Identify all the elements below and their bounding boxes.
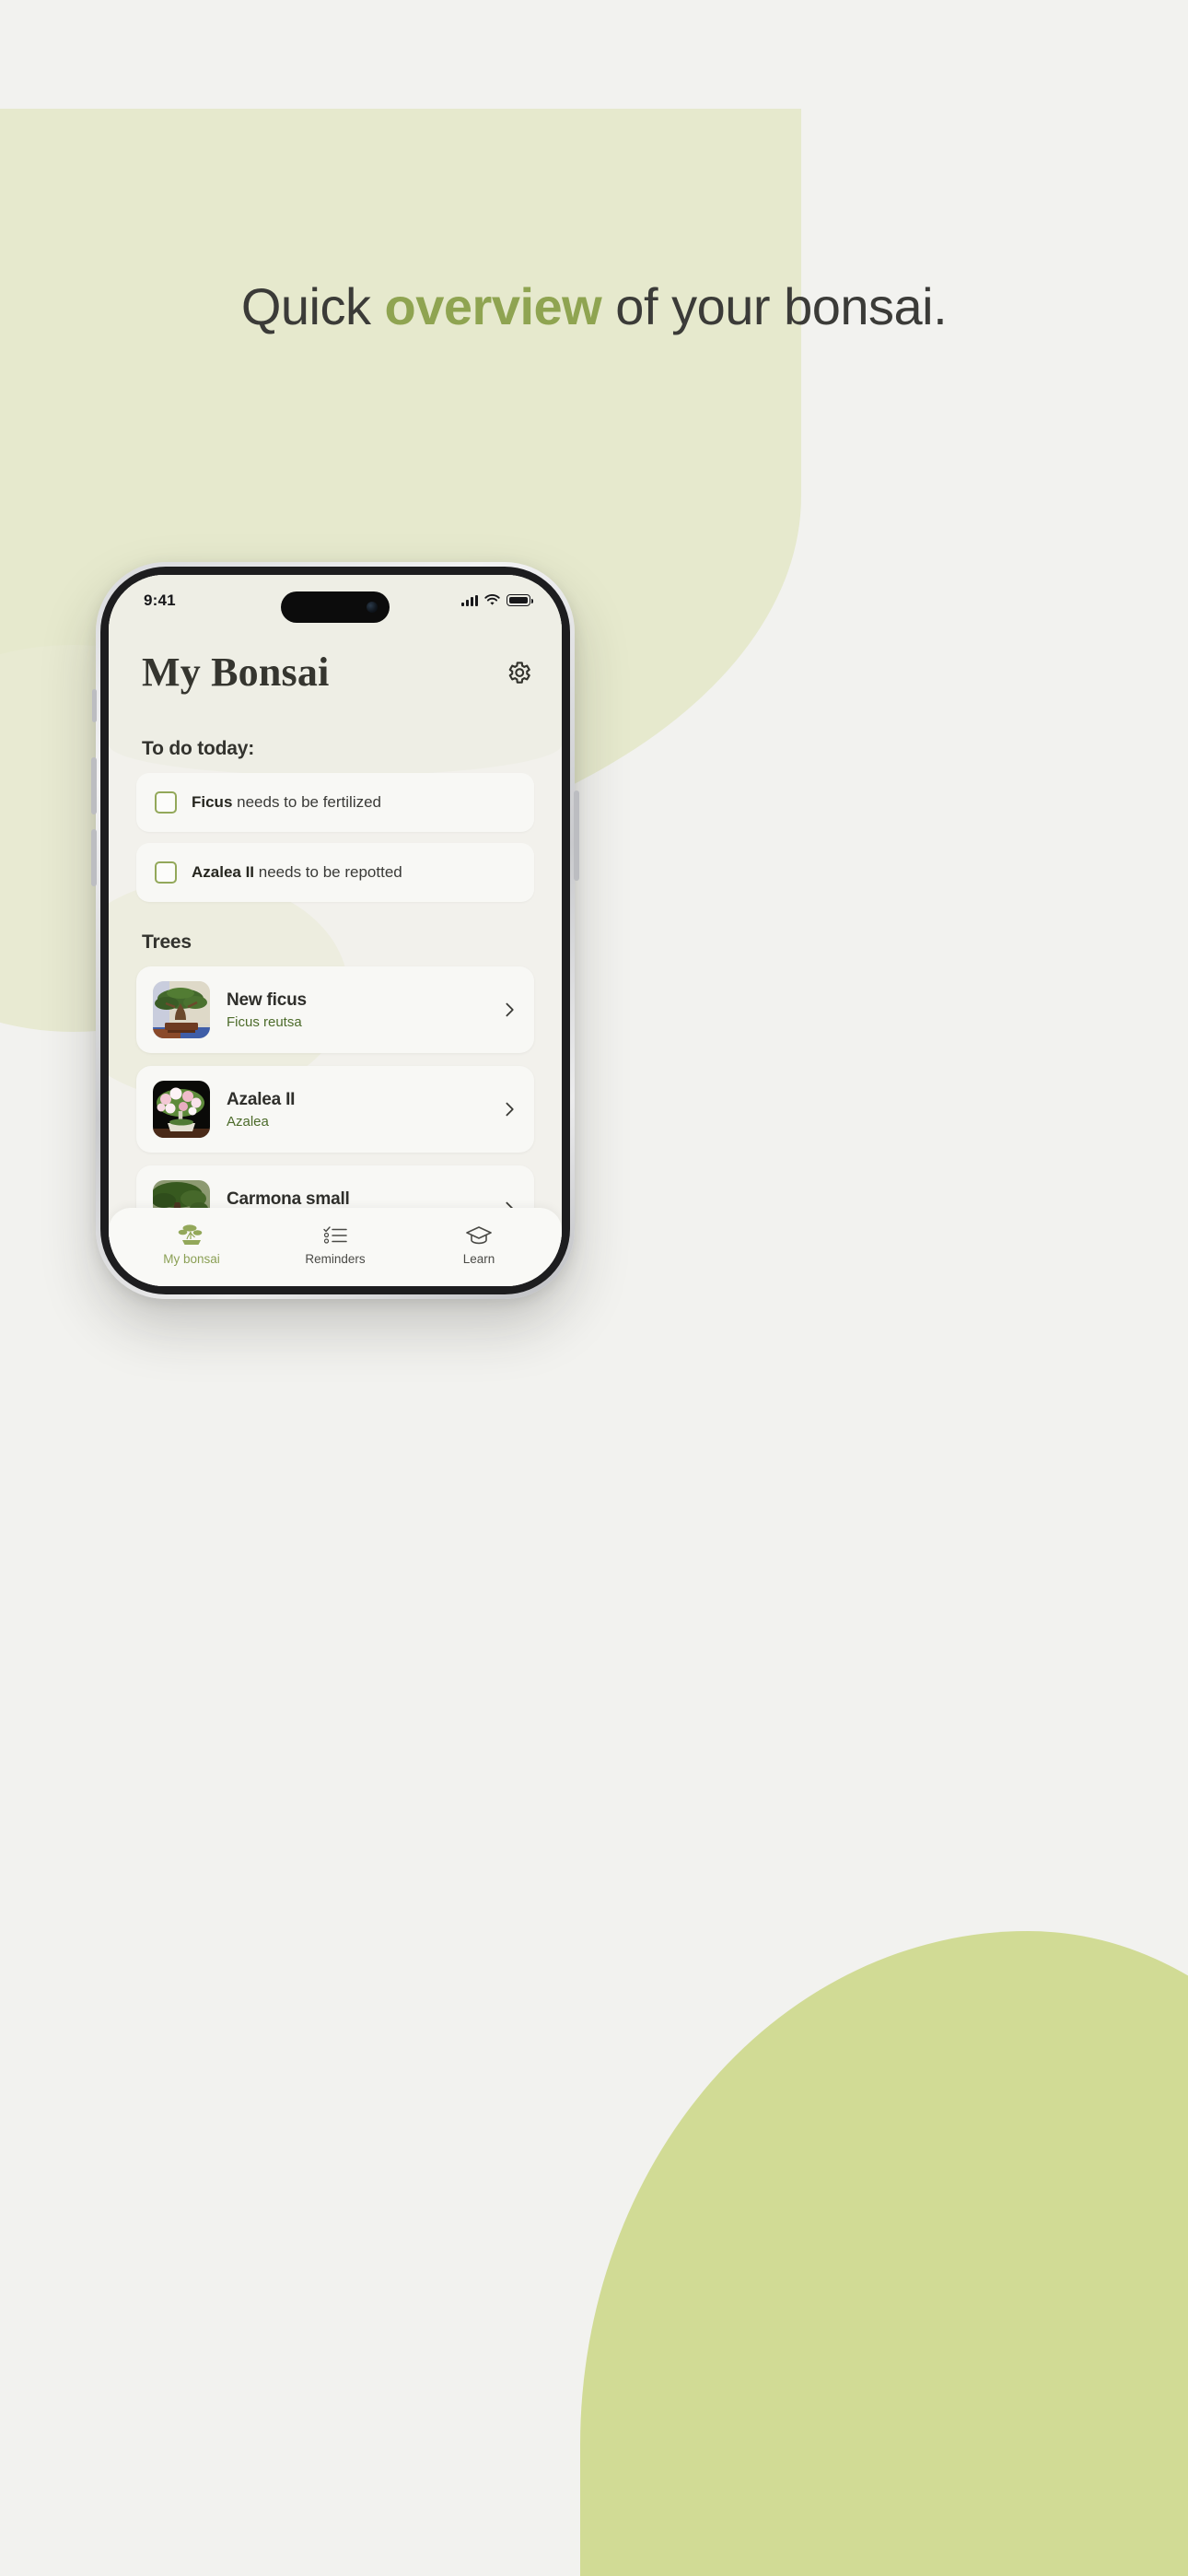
front-camera-icon	[367, 602, 378, 613]
task-subject: Ficus	[192, 793, 233, 811]
tree-info: New ficus Ficus reutsa	[227, 990, 484, 1030]
chevron-right-icon[interactable]	[501, 1200, 518, 1208]
chevron-right-icon[interactable]	[501, 1101, 518, 1118]
tab-learn[interactable]: Learn	[408, 1221, 550, 1266]
tab-my-bonsai[interactable]: My bonsai	[121, 1221, 262, 1266]
status-time: 9:41	[144, 591, 176, 609]
task-rest: needs to be fertilized	[232, 793, 382, 811]
volume-down-button[interactable]	[91, 829, 97, 886]
task-label: Azalea II needs to be repotted	[192, 863, 402, 882]
dynamic-island	[281, 591, 390, 623]
gear-icon[interactable]	[505, 659, 532, 686]
blob-bottom-shape	[580, 1931, 1188, 2576]
phone-screen: 9:41 My Bonsai To do today: Ficus needs …	[109, 575, 562, 1286]
tree-list-item[interactable]: Azalea II Azalea	[136, 1066, 534, 1153]
volume-up-button[interactable]	[91, 757, 97, 814]
power-button[interactable]	[574, 790, 579, 881]
app-content: To do today: Ficus needs to be fertilize…	[109, 696, 562, 1208]
signal-bars-icon	[461, 594, 478, 606]
phone-mockup: 9:41 My Bonsai To do today: Ficus needs …	[91, 562, 579, 1299]
page-title: My Bonsai	[142, 650, 330, 695]
tree-list-item[interactable]: New ficus Ficus reutsa	[136, 966, 534, 1053]
silent-switch[interactable]	[92, 689, 97, 722]
tab-label: Learn	[462, 1252, 495, 1266]
status-indicators	[461, 591, 533, 606]
bonsai-app: 9:41 My Bonsai To do today: Ficus needs …	[109, 575, 562, 1286]
tab-label: Reminders	[305, 1252, 366, 1266]
graduation-cap-icon	[465, 1221, 493, 1247]
tree-species: Ficus reutsa	[227, 1013, 302, 1030]
tab-reminders[interactable]: Reminders	[264, 1221, 406, 1266]
marketing-headline: Quick overview of your bonsai.	[0, 276, 1188, 336]
checklist-icon	[321, 1221, 349, 1247]
battery-full-icon	[507, 594, 533, 606]
tab-label: My bonsai	[163, 1252, 220, 1266]
tree-name: Azalea II	[227, 1089, 296, 1109]
todo-item[interactable]: Ficus needs to be fertilized	[136, 773, 534, 832]
headline-accent-word: overview	[384, 277, 602, 335]
tree-name: New ficus	[227, 989, 307, 1010]
headline-part-before: Quick	[240, 277, 385, 335]
task-checkbox[interactable]	[155, 861, 177, 884]
app-header: My Bonsai	[109, 625, 562, 696]
task-checkbox[interactable]	[155, 791, 177, 814]
carmona-bonsai-photo	[153, 1180, 210, 1208]
tree-name: Carmona small	[227, 1188, 350, 1209]
trees-heading: Trees	[142, 931, 192, 953]
task-rest: needs to be repotted	[254, 863, 402, 881]
todo-item[interactable]: Azalea II needs to be repotted	[136, 843, 534, 902]
chevron-right-icon[interactable]	[501, 1001, 518, 1018]
task-label: Ficus needs to be fertilized	[192, 793, 381, 812]
tree-info: Azalea II Azalea	[227, 1090, 484, 1130]
tree-info: Carmona small Fukien Tea	[227, 1189, 484, 1209]
wifi-icon	[484, 594, 500, 605]
bonsai-tree-icon	[178, 1221, 205, 1247]
ficus-bonsai-photo	[153, 981, 210, 1038]
azalea-bonsai-photo	[153, 1081, 210, 1138]
tree-list-item[interactable]: Carmona small Fukien Tea	[136, 1165, 534, 1208]
headline-part-after: of your bonsai.	[601, 277, 948, 335]
todo-heading: To do today:	[142, 738, 255, 759]
tree-species: Azalea	[227, 1113, 269, 1130]
task-subject: Azalea II	[192, 863, 255, 881]
